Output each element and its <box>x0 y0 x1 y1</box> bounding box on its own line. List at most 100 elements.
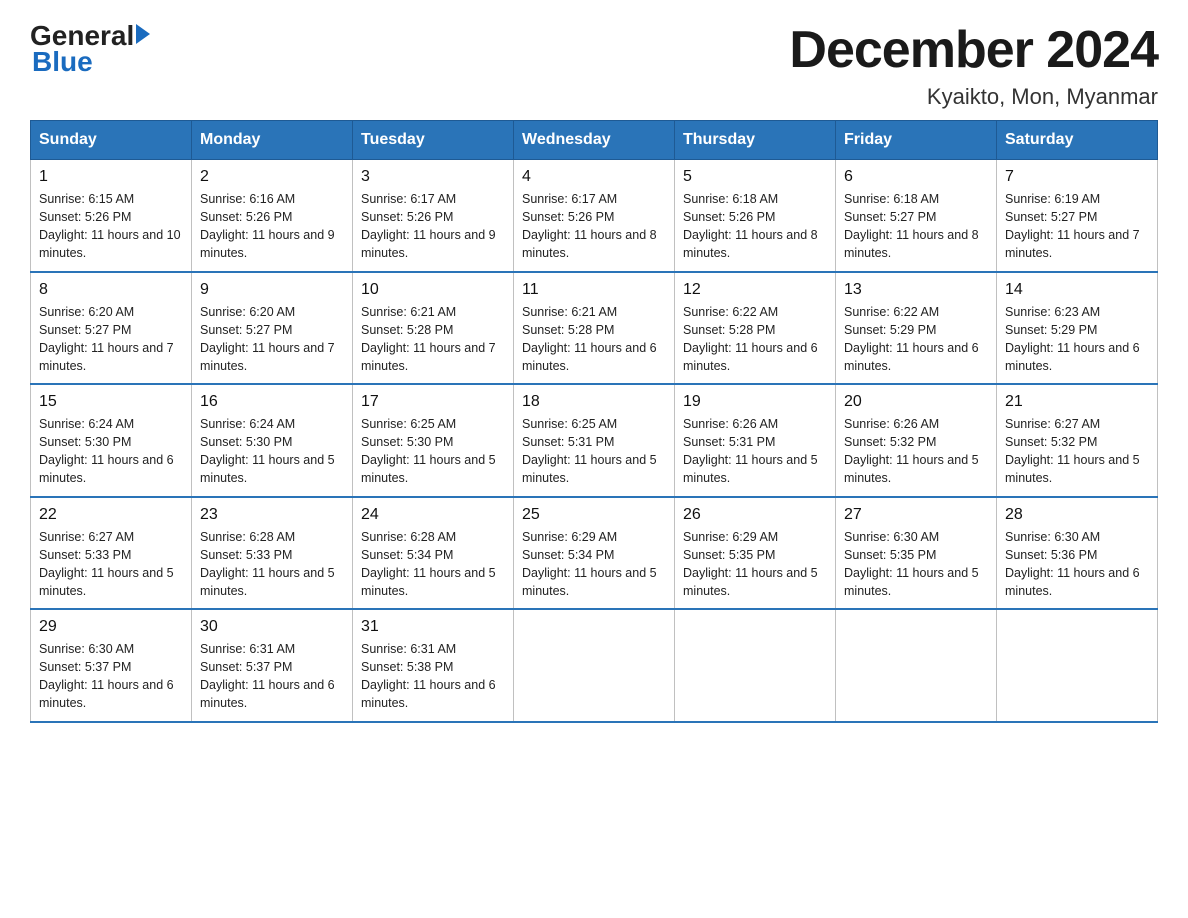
weekday-header: Wednesday <box>514 121 675 160</box>
day-info: Sunrise: 6:24 AMSunset: 5:30 PMDaylight:… <box>200 417 335 485</box>
day-info: Sunrise: 6:29 AMSunset: 5:34 PMDaylight:… <box>522 530 657 598</box>
day-number: 16 <box>200 393 344 411</box>
calendar-cell: 4 Sunrise: 6:17 AMSunset: 5:26 PMDayligh… <box>514 160 675 272</box>
day-number: 9 <box>200 281 344 299</box>
day-number: 5 <box>683 168 827 186</box>
calendar-cell: 24 Sunrise: 6:28 AMSunset: 5:34 PMDaylig… <box>353 497 514 610</box>
weekday-header: Thursday <box>675 121 836 160</box>
calendar-cell <box>514 609 675 722</box>
calendar-cell: 11 Sunrise: 6:21 AMSunset: 5:28 PMDaylig… <box>514 272 675 385</box>
calendar-cell <box>675 609 836 722</box>
title-block: December 2024 Kyaikto, Mon, Myanmar <box>789 20 1158 110</box>
day-info: Sunrise: 6:26 AMSunset: 5:31 PMDaylight:… <box>683 417 818 485</box>
weekday-header: Monday <box>192 121 353 160</box>
day-info: Sunrise: 6:24 AMSunset: 5:30 PMDaylight:… <box>39 417 174 485</box>
weekday-header-row: SundayMondayTuesdayWednesdayThursdayFrid… <box>31 121 1158 160</box>
day-number: 3 <box>361 168 505 186</box>
calendar-week-row: 1 Sunrise: 6:15 AMSunset: 5:26 PMDayligh… <box>31 160 1158 272</box>
day-number: 14 <box>1005 281 1149 299</box>
calendar-cell: 22 Sunrise: 6:27 AMSunset: 5:33 PMDaylig… <box>31 497 192 610</box>
weekday-header: Sunday <box>31 121 192 160</box>
calendar-cell: 2 Sunrise: 6:16 AMSunset: 5:26 PMDayligh… <box>192 160 353 272</box>
page-header: General Blue December 2024 Kyaikto, Mon,… <box>30 20 1158 110</box>
calendar-cell: 14 Sunrise: 6:23 AMSunset: 5:29 PMDaylig… <box>997 272 1158 385</box>
logo-blue-text: Blue <box>32 46 93 78</box>
day-info: Sunrise: 6:27 AMSunset: 5:32 PMDaylight:… <box>1005 417 1140 485</box>
day-number: 18 <box>522 393 666 411</box>
day-info: Sunrise: 6:25 AMSunset: 5:31 PMDaylight:… <box>522 417 657 485</box>
calendar-cell: 18 Sunrise: 6:25 AMSunset: 5:31 PMDaylig… <box>514 384 675 497</box>
weekday-header: Saturday <box>997 121 1158 160</box>
day-number: 10 <box>361 281 505 299</box>
day-number: 21 <box>1005 393 1149 411</box>
calendar-table: SundayMondayTuesdayWednesdayThursdayFrid… <box>30 120 1158 723</box>
calendar-cell: 19 Sunrise: 6:26 AMSunset: 5:31 PMDaylig… <box>675 384 836 497</box>
day-number: 22 <box>39 506 183 524</box>
calendar-cell <box>836 609 997 722</box>
day-number: 6 <box>844 168 988 186</box>
calendar-subtitle: Kyaikto, Mon, Myanmar <box>789 84 1158 110</box>
calendar-cell: 9 Sunrise: 6:20 AMSunset: 5:27 PMDayligh… <box>192 272 353 385</box>
day-info: Sunrise: 6:31 AMSunset: 5:37 PMDaylight:… <box>200 642 335 710</box>
calendar-cell: 29 Sunrise: 6:30 AMSunset: 5:37 PMDaylig… <box>31 609 192 722</box>
day-info: Sunrise: 6:21 AMSunset: 5:28 PMDaylight:… <box>361 305 496 373</box>
day-number: 15 <box>39 393 183 411</box>
calendar-cell: 31 Sunrise: 6:31 AMSunset: 5:38 PMDaylig… <box>353 609 514 722</box>
calendar-cell: 6 Sunrise: 6:18 AMSunset: 5:27 PMDayligh… <box>836 160 997 272</box>
calendar-week-row: 15 Sunrise: 6:24 AMSunset: 5:30 PMDaylig… <box>31 384 1158 497</box>
day-info: Sunrise: 6:28 AMSunset: 5:34 PMDaylight:… <box>361 530 496 598</box>
logo-triangle-icon <box>136 24 150 44</box>
day-number: 7 <box>1005 168 1149 186</box>
day-info: Sunrise: 6:18 AMSunset: 5:27 PMDaylight:… <box>844 192 979 260</box>
day-info: Sunrise: 6:21 AMSunset: 5:28 PMDaylight:… <box>522 305 657 373</box>
day-number: 8 <box>39 281 183 299</box>
calendar-cell: 7 Sunrise: 6:19 AMSunset: 5:27 PMDayligh… <box>997 160 1158 272</box>
day-number: 13 <box>844 281 988 299</box>
calendar-cell: 15 Sunrise: 6:24 AMSunset: 5:30 PMDaylig… <box>31 384 192 497</box>
day-info: Sunrise: 6:23 AMSunset: 5:29 PMDaylight:… <box>1005 305 1140 373</box>
calendar-week-row: 22 Sunrise: 6:27 AMSunset: 5:33 PMDaylig… <box>31 497 1158 610</box>
day-info: Sunrise: 6:27 AMSunset: 5:33 PMDaylight:… <box>39 530 174 598</box>
day-number: 19 <box>683 393 827 411</box>
calendar-cell: 23 Sunrise: 6:28 AMSunset: 5:33 PMDaylig… <box>192 497 353 610</box>
day-info: Sunrise: 6:29 AMSunset: 5:35 PMDaylight:… <box>683 530 818 598</box>
day-info: Sunrise: 6:16 AMSunset: 5:26 PMDaylight:… <box>200 192 335 260</box>
day-number: 29 <box>39 618 183 636</box>
day-number: 4 <box>522 168 666 186</box>
day-info: Sunrise: 6:15 AMSunset: 5:26 PMDaylight:… <box>39 192 181 260</box>
logo: General Blue <box>30 20 150 78</box>
calendar-cell: 30 Sunrise: 6:31 AMSunset: 5:37 PMDaylig… <box>192 609 353 722</box>
calendar-cell: 25 Sunrise: 6:29 AMSunset: 5:34 PMDaylig… <box>514 497 675 610</box>
calendar-cell: 10 Sunrise: 6:21 AMSunset: 5:28 PMDaylig… <box>353 272 514 385</box>
weekday-header: Tuesday <box>353 121 514 160</box>
calendar-cell: 20 Sunrise: 6:26 AMSunset: 5:32 PMDaylig… <box>836 384 997 497</box>
calendar-cell: 17 Sunrise: 6:25 AMSunset: 5:30 PMDaylig… <box>353 384 514 497</box>
day-number: 27 <box>844 506 988 524</box>
day-number: 28 <box>1005 506 1149 524</box>
day-number: 20 <box>844 393 988 411</box>
day-info: Sunrise: 6:20 AMSunset: 5:27 PMDaylight:… <box>200 305 335 373</box>
day-number: 26 <box>683 506 827 524</box>
day-info: Sunrise: 6:28 AMSunset: 5:33 PMDaylight:… <box>200 530 335 598</box>
day-info: Sunrise: 6:25 AMSunset: 5:30 PMDaylight:… <box>361 417 496 485</box>
calendar-cell: 27 Sunrise: 6:30 AMSunset: 5:35 PMDaylig… <box>836 497 997 610</box>
calendar-cell: 3 Sunrise: 6:17 AMSunset: 5:26 PMDayligh… <box>353 160 514 272</box>
day-info: Sunrise: 6:22 AMSunset: 5:28 PMDaylight:… <box>683 305 818 373</box>
day-number: 1 <box>39 168 183 186</box>
day-number: 12 <box>683 281 827 299</box>
day-number: 17 <box>361 393 505 411</box>
day-number: 24 <box>361 506 505 524</box>
day-info: Sunrise: 6:20 AMSunset: 5:27 PMDaylight:… <box>39 305 174 373</box>
calendar-week-row: 8 Sunrise: 6:20 AMSunset: 5:27 PMDayligh… <box>31 272 1158 385</box>
day-info: Sunrise: 6:26 AMSunset: 5:32 PMDaylight:… <box>844 417 979 485</box>
day-info: Sunrise: 6:30 AMSunset: 5:36 PMDaylight:… <box>1005 530 1140 598</box>
calendar-cell: 8 Sunrise: 6:20 AMSunset: 5:27 PMDayligh… <box>31 272 192 385</box>
day-info: Sunrise: 6:18 AMSunset: 5:26 PMDaylight:… <box>683 192 818 260</box>
day-info: Sunrise: 6:31 AMSunset: 5:38 PMDaylight:… <box>361 642 496 710</box>
day-info: Sunrise: 6:30 AMSunset: 5:35 PMDaylight:… <box>844 530 979 598</box>
calendar-title: December 2024 <box>789 20 1158 80</box>
calendar-cell: 16 Sunrise: 6:24 AMSunset: 5:30 PMDaylig… <box>192 384 353 497</box>
calendar-cell: 21 Sunrise: 6:27 AMSunset: 5:32 PMDaylig… <box>997 384 1158 497</box>
day-info: Sunrise: 6:17 AMSunset: 5:26 PMDaylight:… <box>522 192 657 260</box>
calendar-week-row: 29 Sunrise: 6:30 AMSunset: 5:37 PMDaylig… <box>31 609 1158 722</box>
